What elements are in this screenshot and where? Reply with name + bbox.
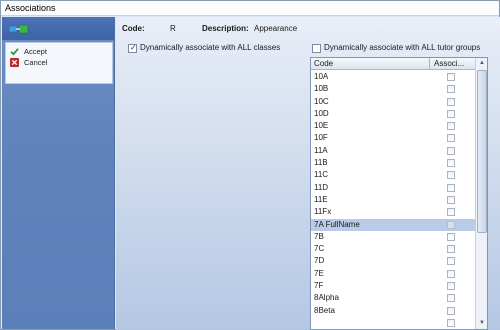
row-associated-checkbox[interactable] (447, 294, 455, 303)
scroll-up-arrow-icon[interactable]: ▲ (476, 58, 487, 69)
table-row[interactable]: 11C (311, 169, 475, 181)
left-pane-header (2, 17, 114, 40)
row-associated-checkbox[interactable] (447, 257, 455, 266)
cancel-button[interactable]: Cancel (6, 57, 112, 69)
table-row[interactable]: 7D (311, 255, 475, 267)
row-associated-checkbox[interactable] (447, 171, 455, 180)
row-code: 7B (314, 231, 324, 241)
row-associated-checkbox[interactable] (447, 97, 455, 106)
cancel-label: Cancel (24, 58, 48, 67)
row-associated-checkbox[interactable] (447, 232, 455, 241)
row-code: 11B (314, 158, 328, 168)
row-associated-checkbox[interactable] (447, 269, 455, 278)
associations-window: Associations Accept Cancel Code: R Descr… (0, 0, 500, 330)
row-associated-checkbox[interactable] (447, 282, 455, 291)
checkmark-icon: ✓ (130, 43, 137, 52)
row-code: 8Alpha (314, 293, 339, 303)
all-tutor-groups-label: Dynamically associate with ALL tutor gro… (324, 43, 481, 52)
code-value: R (170, 24, 176, 33)
row-associated-checkbox[interactable] (447, 318, 455, 327)
row-associated-checkbox[interactable] (447, 159, 455, 168)
table-row[interactable] (311, 317, 475, 329)
row-associated-checkbox[interactable] (447, 220, 455, 229)
row-code: 7C (314, 244, 325, 254)
row-associated-checkbox[interactable] (447, 109, 455, 118)
table-row[interactable]: 11E (311, 194, 475, 206)
row-associated-checkbox[interactable] (447, 122, 455, 131)
table-row[interactable]: 8Alpha (311, 292, 475, 304)
table-row[interactable]: 10E (311, 120, 475, 132)
row-code: 11E (314, 194, 328, 204)
left-pane: Accept Cancel (2, 17, 115, 329)
actions-panel: Accept Cancel (5, 42, 113, 84)
table-row[interactable]: 10F (311, 132, 475, 144)
all-tutor-groups-option[interactable]: Dynamically associate with ALL tutor gro… (312, 43, 500, 54)
row-code: 7F (314, 281, 324, 291)
window-title: Associations (5, 3, 56, 13)
table-row[interactable]: 7C (311, 243, 475, 255)
row-code: 7A FullName (314, 219, 360, 229)
row-code: 11D (314, 182, 329, 192)
associate-link-icon (9, 24, 29, 34)
row-associated-checkbox[interactable] (447, 85, 455, 94)
table-row[interactable]: 10C (311, 96, 475, 108)
table-row[interactable]: 11A (311, 145, 475, 157)
row-associated-checkbox[interactable] (447, 146, 455, 155)
description-label: Description: (202, 24, 249, 33)
grid-header: Code Associ... (311, 58, 475, 70)
all-classes-option[interactable]: ✓ Dynamically associate with ALL classes (128, 43, 318, 54)
table-row[interactable]: 11B (311, 157, 475, 169)
main-panel: Code: R Description: Appearance ✓ Dynami… (116, 17, 500, 330)
column-header-associated-label: Associ... (434, 59, 465, 68)
row-associated-checkbox[interactable] (447, 306, 455, 315)
row-associated-checkbox[interactable] (447, 195, 455, 204)
scrollbar-thumb[interactable] (477, 70, 487, 233)
table-row[interactable]: 10D (311, 108, 475, 120)
table-row[interactable]: 7B (311, 231, 475, 243)
all-classes-label: Dynamically associate with ALL classes (140, 43, 281, 52)
table-row[interactable]: 7A FullName (311, 218, 475, 231)
column-header-code-label: Code (314, 59, 334, 68)
table-row[interactable]: 7F (311, 280, 475, 292)
table-row[interactable]: 11D (311, 182, 475, 194)
row-code: 10F (314, 133, 328, 143)
row-code: 10A (314, 72, 329, 81)
table-row[interactable]: 10A (311, 71, 475, 83)
row-code: 11A (314, 145, 328, 155)
row-code: 10C (314, 96, 329, 106)
row-associated-checkbox[interactable] (447, 183, 455, 192)
row-code: 11Fx (314, 207, 332, 217)
check-icon (10, 48, 19, 56)
row-code: 7D (314, 256, 325, 266)
row-code: 10E (314, 121, 329, 131)
all-classes-checkbox[interactable]: ✓ (128, 43, 137, 53)
table-row[interactable]: 7E (311, 268, 475, 280)
vertical-scrollbar[interactable]: ▲ ▼ (475, 58, 487, 329)
column-header-associated[interactable]: Associ... (431, 58, 475, 70)
grid-rows: 10A 10B 10C 10D 10E 10F 11A 11B 11C 11D 11E 11Fx 7A … (311, 71, 475, 329)
code-label: Code: (122, 24, 145, 33)
row-associated-checkbox[interactable] (447, 73, 455, 81)
table-row[interactable]: 11Fx (311, 206, 475, 218)
table-row[interactable]: 10B (311, 83, 475, 95)
row-code: 10B (314, 84, 329, 94)
title-bar: Associations (1, 1, 499, 16)
row-associated-checkbox[interactable] (447, 208, 455, 217)
row-associated-checkbox[interactable] (447, 245, 455, 254)
accept-label: Accept (24, 47, 47, 56)
scroll-down-arrow-icon[interactable]: ▼ (476, 318, 487, 329)
row-code: 10D (314, 108, 329, 118)
row-code: 7E (314, 268, 324, 278)
row-associated-checkbox[interactable] (447, 134, 455, 143)
column-header-code[interactable]: Code (311, 58, 430, 70)
groups-grid: Code Associ... 10A 10B 10C 10D 10E 10F 11A 11B 1… (310, 57, 488, 330)
table-row[interactable]: 8Beta (311, 305, 475, 317)
cancel-x-icon (10, 58, 19, 67)
description-value: Appearance (254, 24, 298, 33)
all-tutor-groups-checkbox[interactable] (312, 44, 321, 53)
row-code: 8Beta (314, 305, 335, 315)
row-code: 11C (314, 170, 329, 180)
